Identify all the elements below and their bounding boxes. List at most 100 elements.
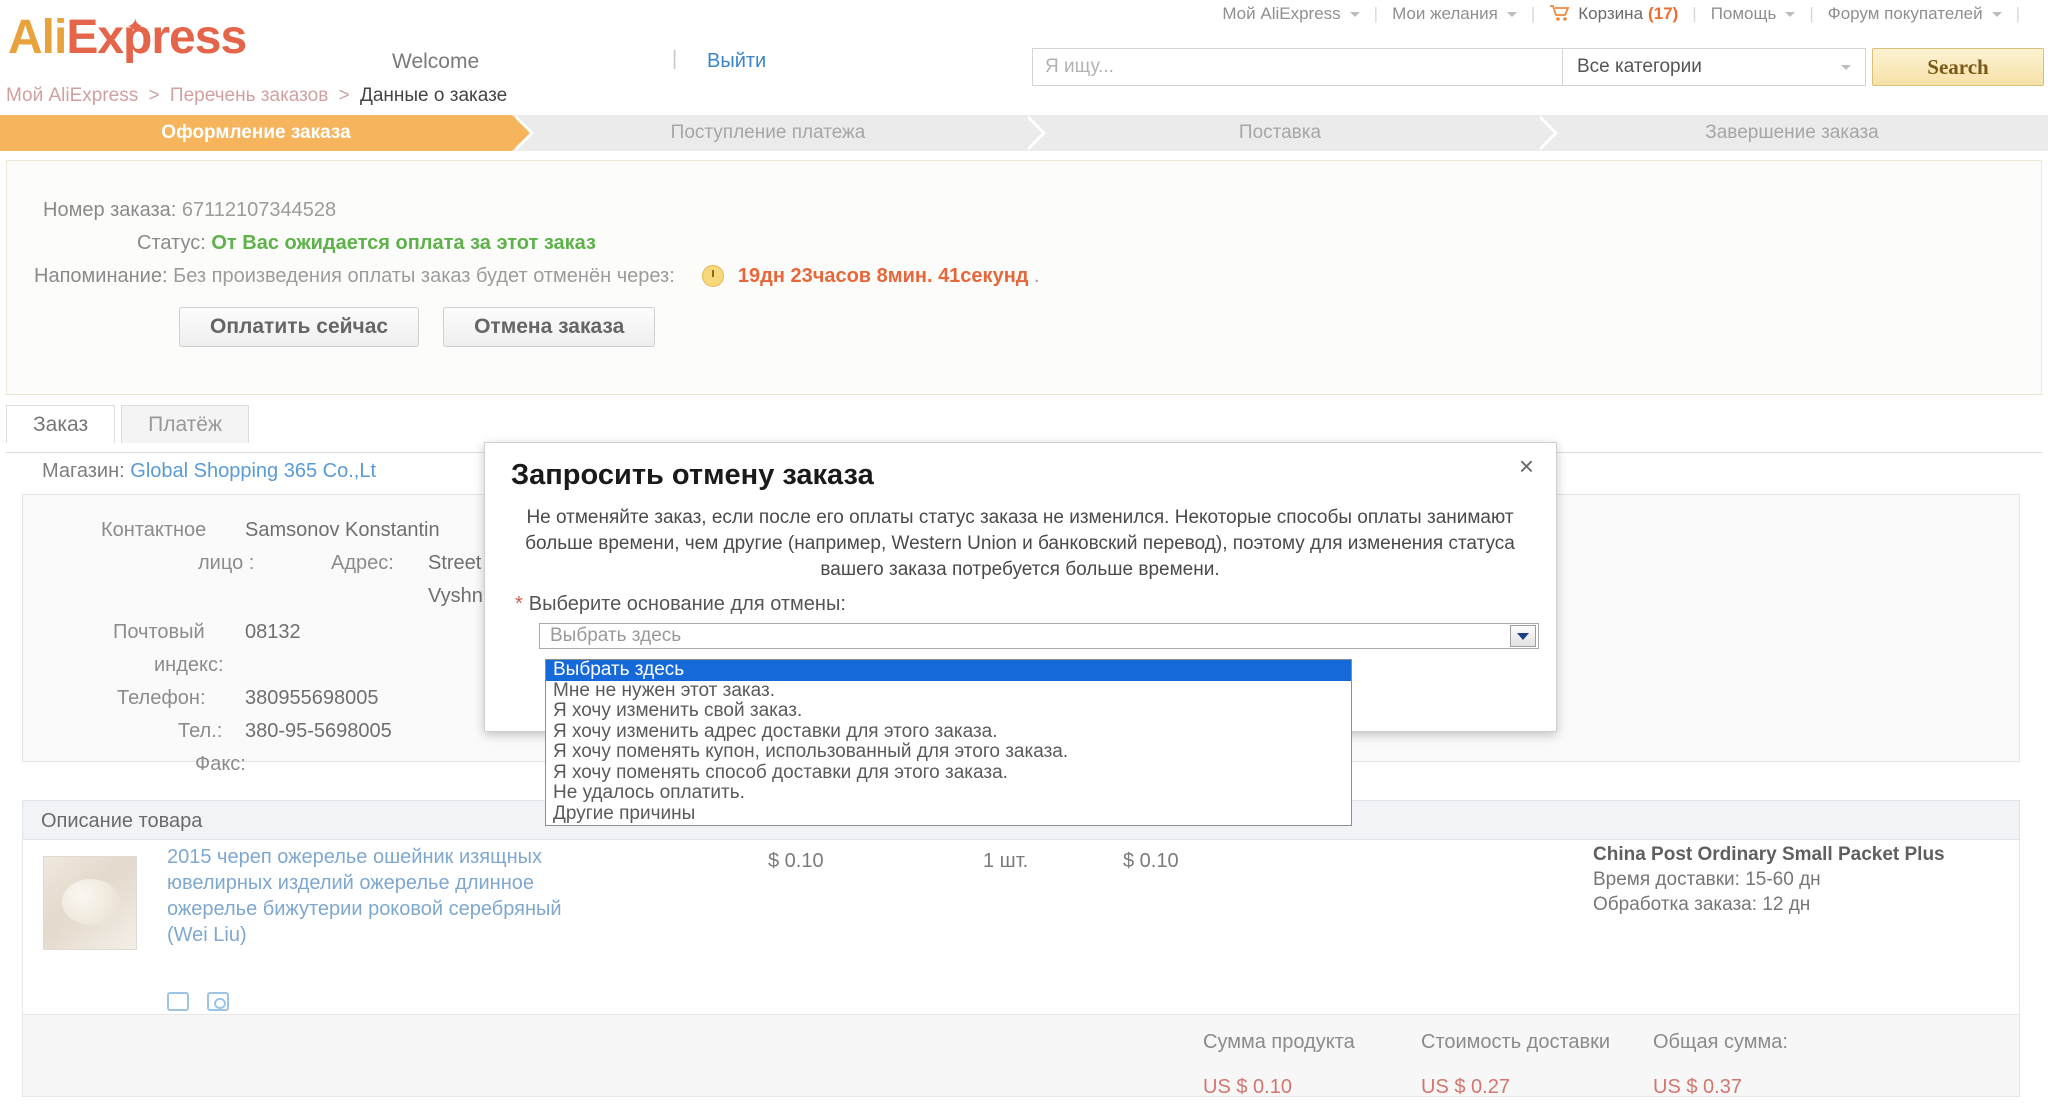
order-reminder-label: Напоминание: [34, 265, 168, 287]
dropdown-option[interactable]: Мне не нужен этот заказ. [546, 680, 1351, 702]
camera-review-icon[interactable] [207, 992, 229, 1011]
dropdown-option[interactable]: Не удалось оплатить. [546, 782, 1351, 804]
totals-product-sum: Сумма продукта US $ 0.10 [1203, 1031, 1355, 1099]
order-status-value: От Вас ожидается оплата за этот заказ [211, 232, 596, 254]
order-totals-footer: Сумма продукта US $ 0.10 Стоимость доста… [22, 1015, 2020, 1099]
breadcrumb-current: Данные о заказе [359, 85, 508, 106]
chevron-down-icon[interactable] [1510, 625, 1536, 647]
tab-order[interactable]: Заказ [6, 405, 116, 443]
step-payment-received: Поступление платежа [512, 115, 1046, 151]
required-star: * [515, 593, 523, 615]
tel-value: 380-95-5698005 [245, 720, 392, 742]
modal-body-text: Не отменяйте заказ, если после его оплат… [525, 507, 1515, 580]
totals-grand-total: Общая сумма: US $ 0.37 [1653, 1031, 1788, 1099]
order-tabs: Заказ Платёж [6, 405, 250, 443]
order-reminder-row: Напоминание: Без произведения оплаты зак… [34, 265, 1040, 288]
totals-shipping: Стоимость доставки US $ 0.27 [1421, 1031, 1610, 1099]
modal-title: Запросить отмену заказа [511, 459, 874, 491]
step-label: Поставка [1238, 122, 1322, 143]
search-button[interactable]: Search [1872, 48, 2044, 86]
zip-label-line1: Почтовый [113, 621, 205, 643]
order-progress-steps: Оформление заказа Поступление платежа По… [0, 115, 2048, 151]
totals-shipping-label: Стоимость доставки [1421, 1031, 1611, 1053]
aliexpress-logo[interactable]: AliExpress ✦ [8, 14, 247, 62]
username-display [526, 48, 636, 74]
shipping-info-block: China Post Ordinary Small Packet Plus Вр… [1593, 842, 2013, 917]
product-title-link[interactable]: 2015 череп ожерелье ошейник изящных ювел… [167, 844, 587, 948]
welcome-label: Welcome [392, 50, 480, 73]
refresh-buy-again-icon[interactable] [167, 992, 189, 1011]
step-arrow-icon [1536, 115, 1554, 151]
breadcrumb-separator: > [148, 85, 160, 106]
order-number-label: Номер заказа: [43, 199, 177, 221]
step-label: Завершение заказа [1705, 122, 1879, 143]
product-thumbnail[interactable] [43, 856, 137, 950]
breadcrumb-my-aliexpress[interactable]: Мой AliExpress [6, 85, 138, 106]
cancel-order-button[interactable]: Отмена заказа [443, 307, 656, 347]
totals-product-sum-label: Сумма продукта [1203, 1031, 1355, 1053]
totals-grand-total-label: Общая сумма: [1653, 1031, 1788, 1053]
shop-label: Магазин: [42, 460, 125, 482]
product-subtotal: $ 0.10 [1123, 850, 1179, 872]
shipping-processing-time: Обработка заказа: 12 дн [1593, 894, 1811, 915]
dropdown-option[interactable]: Я хочу изменить свой заказ. [546, 700, 1351, 722]
totals-grand-total-value: US $ 0.37 [1653, 1076, 1742, 1098]
logo-star-icon: ✦ [126, 14, 144, 39]
address-value-line2: Vyshn [428, 585, 483, 607]
search-input[interactable] [1032, 48, 1562, 86]
pay-now-button[interactable]: Оплатить сейчас [179, 307, 420, 347]
shipping-method-name: China Post Ordinary Small Packet Plus [1593, 844, 1945, 865]
dropdown-option[interactable]: Выбрать здесь [546, 659, 1351, 681]
order-action-buttons: Оплатить сейчас Отмена заказа [179, 307, 656, 347]
cancel-reason-field-label: * Выберите основание для отмены: [515, 593, 846, 616]
fax-label: Факс: [195, 753, 246, 775]
shipping-delivery-time: Время доставки: 15-60 дн [1593, 869, 1821, 890]
dropdown-option[interactable]: Другие причины [546, 803, 1351, 825]
step-arrow-icon [1024, 115, 1042, 151]
zip-value: 08132 [245, 621, 301, 643]
tab-payment-label: Платёж [148, 412, 223, 436]
tab-order-label: Заказ [33, 412, 89, 436]
cancel-reason-selected-value: Выбрать здесь [550, 625, 682, 646]
order-number-row: Номер заказа: 67112107344528 [43, 199, 336, 222]
breadcrumb-separator: > [338, 85, 350, 106]
product-action-icons [167, 992, 229, 1011]
chevron-down-icon [1841, 64, 1851, 70]
dropdown-option[interactable]: Я хочу поменять способ доставки для этог… [546, 762, 1351, 784]
order-summary-panel: Номер заказа: 67112107344528 Статус: От … [6, 160, 2042, 395]
logout-link[interactable]: Выйти [707, 50, 766, 73]
dropdown-option[interactable]: Я хочу изменить адрес доставки для этого… [546, 721, 1351, 743]
search-category-select[interactable]: Все категории [1562, 48, 1866, 86]
step-label: Оформление заказа [161, 122, 351, 143]
clock-icon [702, 265, 725, 287]
breadcrumb-order-list[interactable]: Перечень заказов [170, 85, 328, 106]
shop-name-link[interactable]: Global Shopping 365 Co.,Lt [130, 460, 376, 482]
dropdown-option[interactable]: Я хочу поменять купон, использованный дл… [546, 741, 1351, 763]
tel-label: Тел.: [178, 720, 223, 742]
product-row: 2015 череп ожерелье ошейник изящных ювел… [22, 840, 2020, 1015]
search-category-label: Все категории [1577, 56, 1702, 77]
product-quantity: 1 шт. [983, 850, 1029, 872]
step-order-placed: Оформление заказа [0, 115, 534, 151]
search-bar: Все категории Search [1032, 48, 2044, 86]
cancel-reason-label-text: Выберите основание для отмены: [528, 593, 846, 615]
site-header: AliExpress ✦ Welcome | Выйти Все категор… [0, 12, 2048, 86]
tab-payment[interactable]: Платёж [121, 405, 250, 443]
cancel-reason-dropdown-list[interactable]: Выбрать здесь Мне не нужен этот заказ. Я… [545, 659, 1352, 826]
contact-label-line2: лицо : [198, 552, 255, 574]
order-status-row: Статус: От Вас ожидается оплата за этот … [137, 232, 596, 255]
order-countdown: 19дн 23часов 8мин. 41секунд [737, 265, 1029, 287]
phone-label: Телефон: [117, 687, 206, 709]
order-reminder-text: Без произведения оплаты заказ будет отме… [173, 265, 675, 287]
cancel-reason-select[interactable]: Выбрать здесь [539, 623, 1539, 649]
totals-product-sum-value: US $ 0.10 [1203, 1076, 1292, 1098]
step-delivery: Поставка [1024, 115, 1558, 151]
totals-shipping-value: US $ 0.27 [1421, 1076, 1510, 1098]
close-icon[interactable]: × [1519, 453, 1534, 479]
order-number-value: 67112107344528 [181, 199, 337, 221]
order-countdown-period: . [1034, 265, 1040, 287]
contact-name-value: Samsonov Konstantin [245, 519, 440, 541]
contact-label-line1: Контактное [101, 519, 207, 541]
address-label: Адрес: [331, 552, 394, 574]
step-arrow-icon [512, 115, 530, 151]
